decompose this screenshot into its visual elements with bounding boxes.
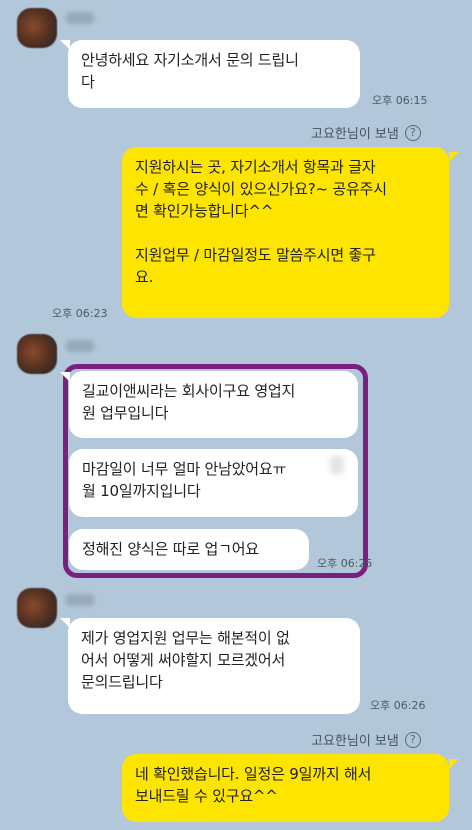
sent-by-text: 고요한님이 보냄 xyxy=(311,127,399,142)
incoming-message[interactable]: 길교이앤씨라는 회사이구요 영업지 원 업무입니다 xyxy=(69,371,358,438)
sent-by-label: 고요한님이 보냄 ? xyxy=(311,730,421,749)
bubble-tail xyxy=(449,152,459,162)
outgoing-message[interactable]: 네 확인했습니다. 일정은 9일까지 해서 보내드릴 수 있구요^^ xyxy=(122,754,449,822)
sent-by-label: 고요한님이 보냄 ? xyxy=(311,123,421,142)
sender-avatar[interactable] xyxy=(17,8,57,48)
message-time: 오후 06:26 xyxy=(370,699,426,712)
sender-name-redacted xyxy=(66,12,94,24)
outgoing-message[interactable]: 지원하시는 곳, 자기소개서 항목과 글자 수 / 혹은 양식이 있으신가요?~… xyxy=(122,147,449,318)
message-time: 오후 06:25 xyxy=(317,557,373,570)
incoming-message[interactable]: 제가 영업지원 업무는 해본적이 없 어서 어떻게 써야할지 모르겠어서 문의드… xyxy=(68,618,360,714)
bubble-tail xyxy=(449,759,459,769)
incoming-message[interactable]: 마감일이 너무 얼마 안남았어요ㅠ 월 10일까지입니다 xyxy=(69,449,358,517)
message-time: 오후 06:15 xyxy=(372,94,428,107)
message-time: 오후 06:23 xyxy=(52,307,108,320)
question-circle-icon[interactable]: ? xyxy=(404,731,421,748)
sender-avatar[interactable] xyxy=(17,334,57,374)
sender-name-redacted xyxy=(66,594,94,606)
sent-by-text: 고요한님이 보냄 xyxy=(311,734,399,749)
incoming-message[interactable]: 안녕하세요 자기소개서 문의 드립니 다 xyxy=(68,40,360,108)
sender-avatar[interactable] xyxy=(17,588,57,628)
question-circle-icon[interactable]: ? xyxy=(404,124,421,141)
incoming-message[interactable]: 정해진 양식은 따로 업ㄱ어요 xyxy=(69,529,309,570)
sender-name-redacted xyxy=(66,340,94,352)
redacted-text xyxy=(330,456,344,474)
